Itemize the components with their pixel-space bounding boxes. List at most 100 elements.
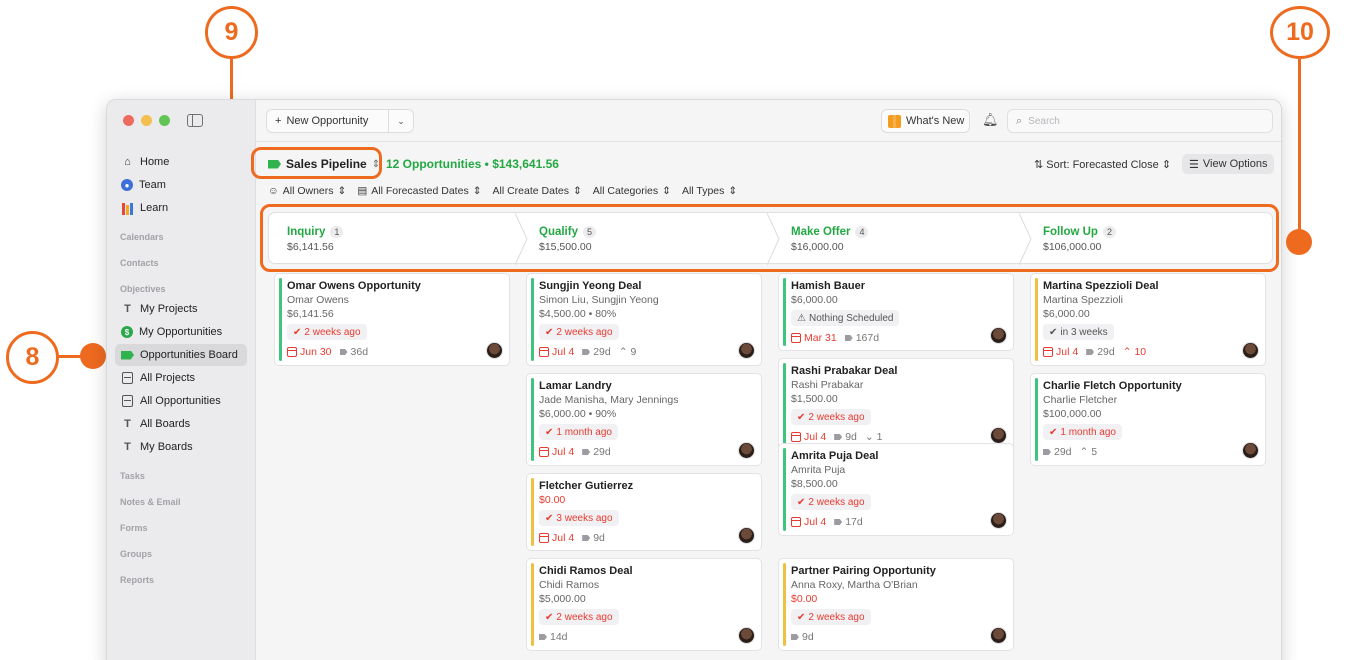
opportunity-card[interactable]: Hamish Bauer $6,000.00 ⚠ Nothing Scheduled M… [778,273,1014,351]
opportunity-card[interactable]: Omar Owens Opportunity Omar Owens $6,141.5… [274,273,510,366]
forecast-date: Jul 4 [791,516,826,528]
callout-8-dot [80,343,106,369]
avatar[interactable] [486,342,503,359]
avatar[interactable] [738,342,755,359]
avatar[interactable] [1242,442,1259,459]
card-contacts: Anna Roxy, Martha O'Brian [791,579,918,591]
avatar[interactable] [1242,342,1259,359]
avatar[interactable] [990,512,1007,529]
filter-owners[interactable]: ☺ All Owners ⇕ [268,185,346,197]
sort-button[interactable]: ⇅ Sort: Forecasted Close ⇕ [1034,158,1171,171]
sidebar-item-my-boards[interactable]: T My Boards [115,436,247,458]
minimize-window-button[interactable] [141,115,152,126]
card-contacts: Martina Spezzioli [1043,294,1123,306]
section-groups[interactable]: Groups [120,549,152,559]
sidebar-item-all-boards[interactable]: T All Boards [115,413,247,435]
badge-text: 2 weeks ago [556,326,613,338]
section-calendars[interactable]: Calendars [120,232,164,242]
sliders-icon: ☰ [1189,158,1199,171]
avatar[interactable] [990,427,1007,444]
opportunity-card[interactable]: Partner Pairing Opportunity Anna Roxy, Ma… [778,558,1014,651]
sidebar-item-my-projects[interactable]: T My Projects [115,298,247,320]
sidebar-item-learn[interactable]: Learn [115,197,247,219]
card-title: Amrita Puja Deal [791,450,879,462]
opportunity-card[interactable]: Sungjin Yeong Deal Simon Liu, Sungjin Yeo… [526,273,762,366]
section-notes[interactable]: Notes & Email [120,497,181,507]
avatar[interactable] [738,442,755,459]
plus-icon: + [275,115,282,127]
age-indicator: 9d [582,532,605,544]
check-icon: ✔ [545,512,554,524]
badge-text: 2 weeks ago [304,326,361,338]
opportunity-card[interactable]: Amrita Puja Deal Amrita Puja $8,500.00 ✔ 2 w… [778,443,1014,536]
sidebar-item-all-opportunities[interactable]: All Opportunities [115,390,247,412]
avatar[interactable] [738,527,755,544]
avatar[interactable] [990,627,1007,644]
callout-10-line [1298,59,1301,241]
section-contacts[interactable]: Contacts [120,258,159,268]
new-opportunity-button[interactable]: + New Opportunity ⌄ [266,109,414,133]
forecast-date: Mar 31 [791,332,837,344]
dollar-icon: $ [121,326,133,338]
calendar-icon [791,517,801,527]
board-icon: T [124,441,131,453]
sidebar-item-my-opportunities[interactable]: $ My Opportunities [115,321,247,343]
card-amount: $6,000.00 [791,294,838,306]
tag-icon [1043,449,1051,455]
close-window-button[interactable] [123,115,134,126]
sidebar-toggle-icon[interactable] [187,114,203,127]
opportunity-card[interactable]: Martina Spezzioli Deal Martina Spezzioli $… [1030,273,1266,366]
opportunity-card[interactable]: Charlie Fletch Opportunity Charlie Fletch… [1030,373,1266,466]
books-icon [121,202,134,215]
t-icon: T [124,303,131,315]
filter-types[interactable]: All Types ⇕ [682,185,737,197]
card-title: Lamar Landry [539,380,612,392]
home-icon: ⌂ [124,156,131,168]
opportunity-card[interactable]: Lamar Landry Jade Manisha, Mary Jennings $… [526,373,762,466]
priority-text: 5 [1091,446,1098,458]
check-icon: ✔ [293,326,302,338]
filter-categories[interactable]: All Categories ⇕ [593,185,671,197]
forecast-date: Jul 4 [791,431,826,443]
sidebar-item-all-projects[interactable]: All Projects [115,367,247,389]
tag-icon [844,335,853,341]
age-indicator: 9d [834,431,857,443]
opportunity-card[interactable]: Chidi Ramos Deal Chidi Ramos $5,000.00 ✔ 2 w… [526,558,762,651]
badge-text: in 3 weeks [1060,326,1108,338]
opportunity-card[interactable]: Fletcher Gutierrez $0.00 ✔ 3 weeks ago Jul 4… [526,473,762,551]
sidebar-item-label: Learn [140,202,169,214]
card-title: Sungjin Yeong Deal [539,280,642,292]
sidebar-item-opportunities-board[interactable]: Opportunities Board [115,344,247,366]
card-amount: $8,500.00 [791,478,838,490]
callout-9: 9 [205,6,258,59]
search-input[interactable]: ⌕ Search [1007,109,1273,133]
check-icon: ✔ [797,496,806,508]
card-meta: Jul 4 29d ⌃ 10 [1043,344,1257,360]
card-title: Partner Pairing Opportunity [791,565,936,577]
section-objectives[interactable]: Objectives [120,284,166,294]
view-options-button[interactable]: ☰ View Options [1182,154,1275,174]
sidebar-item-team[interactable]: ● Team [115,174,247,196]
age-indicator: 29d [582,346,611,358]
search-placeholder: Search [1028,115,1060,127]
forecast-date: Jul 4 [539,532,574,544]
chevrons-up-icon: ⌃ [1079,446,1092,458]
section-tasks[interactable]: Tasks [120,471,145,481]
last-activity-badge: ✔ 1 month ago [1043,424,1122,440]
sidebar-item-home[interactable]: ⌂ Home [115,151,247,173]
filter-create-dates[interactable]: All Create Dates ⇕ [493,185,582,197]
tag-icon [582,535,591,541]
last-activity-badge: ✔ 3 weeks ago [539,510,619,526]
whats-new-button[interactable]: What's New [881,109,970,133]
zoom-window-button[interactable] [159,115,170,126]
opportunity-card[interactable]: Rashi Prabakar Deal Rashi Prabakar $1,500.… [778,358,1014,451]
section-reports[interactable]: Reports [120,575,154,585]
calendar-icon [791,432,801,442]
app-window: ⌂ Home ● Team Learn Calendars Contacts O… [106,99,1282,660]
section-forms[interactable]: Forms [120,523,148,533]
avatar[interactable] [738,627,755,644]
filter-forecasted-dates[interactable]: ▤ All Forecasted Dates ⇕ [357,185,481,197]
chevron-down-icon[interactable]: ⌄ [389,116,413,127]
bell-icon[interactable]: 🔔︎ [982,112,999,128]
avatar[interactable] [990,327,1007,344]
